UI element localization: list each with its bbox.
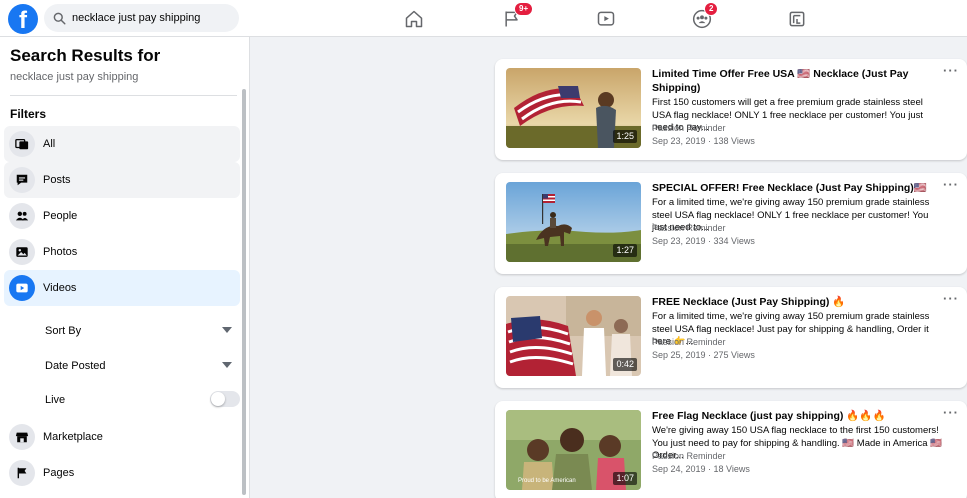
video-thumbnail[interactable]: 1:25 bbox=[506, 68, 641, 148]
page-name[interactable]: Passion Reminder bbox=[652, 122, 726, 134]
posts-icon bbox=[9, 167, 35, 193]
search-icon bbox=[53, 12, 66, 25]
video-result-card[interactable]: 1:27 SPECIAL OFFER! Free Necklace (Just … bbox=[495, 173, 967, 274]
video-thumbnail[interactable]: Proud to be American 1:07 bbox=[506, 410, 641, 490]
video-date-views: Sep 25, 2019 · 275 Views bbox=[652, 350, 755, 360]
filter-photos-label: Photos bbox=[43, 246, 78, 258]
live-toggle-knob bbox=[211, 392, 225, 406]
people-icon bbox=[9, 203, 35, 229]
video-duration: 0:42 bbox=[613, 358, 637, 371]
top-navigation-bar: f 9+ 2 bbox=[0, 0, 967, 37]
videos-icon bbox=[9, 275, 35, 301]
video-thumbnail[interactable]: 1:27 bbox=[506, 182, 641, 262]
all-results-icon bbox=[9, 131, 35, 157]
thumbnail-caption: Proud to be American bbox=[518, 478, 576, 484]
video-result-card[interactable]: 0:42 FREE Necklace (Just Pay Shipping) 🔥… bbox=[495, 287, 967, 388]
filter-all-label: All bbox=[43, 138, 56, 150]
video-duration: 1:07 bbox=[613, 472, 637, 485]
nav-watch[interactable] bbox=[576, 0, 636, 37]
sort-by-dropdown[interactable]: Sort By bbox=[45, 325, 81, 337]
filter-marketplace[interactable]: Marketplace bbox=[4, 419, 240, 455]
more-options-icon[interactable]: ··· bbox=[943, 405, 959, 420]
filter-people[interactable]: People bbox=[4, 198, 240, 234]
video-duration: 1:25 bbox=[613, 130, 637, 143]
nav-gaming[interactable] bbox=[767, 0, 827, 37]
watch-video-icon bbox=[597, 11, 615, 26]
nav-pages[interactable]: 9+ bbox=[482, 0, 542, 37]
photos-icon bbox=[9, 239, 35, 265]
marketplace-icon bbox=[9, 424, 35, 450]
filter-people-label: People bbox=[43, 210, 78, 222]
facebook-logo-icon[interactable]: f bbox=[8, 4, 38, 34]
search-input[interactable] bbox=[72, 12, 232, 24]
pages-flag-icon bbox=[9, 460, 35, 486]
gaming-icon bbox=[789, 11, 805, 26]
date-posted-dropdown[interactable]: Date Posted bbox=[45, 360, 106, 372]
date-posted-chevron-down-icon[interactable] bbox=[222, 362, 232, 368]
filter-posts[interactable]: Posts bbox=[4, 162, 240, 198]
search-filters-sidebar: Search Results for necklace just pay shi… bbox=[0, 37, 250, 498]
filter-posts-label: Posts bbox=[43, 174, 71, 186]
sidebar-scrollbar[interactable] bbox=[242, 89, 246, 495]
groups-notification-badge: 2 bbox=[704, 2, 719, 16]
video-title[interactable]: Free Flag Necklace (just pay shipping) 🔥… bbox=[652, 409, 934, 423]
more-options-icon[interactable]: ··· bbox=[943, 177, 959, 192]
filter-videos[interactable]: Videos bbox=[4, 270, 240, 306]
video-thumbnail[interactable]: 0:42 bbox=[506, 296, 641, 376]
page-name[interactable]: Passion Reminder bbox=[652, 336, 726, 348]
video-result-card[interactable]: Proud to be American 1:07 Free Flag Neck… bbox=[495, 401, 967, 498]
nav-home[interactable] bbox=[384, 0, 444, 37]
more-options-icon[interactable]: ··· bbox=[943, 63, 959, 78]
nav-groups[interactable]: 2 bbox=[672, 0, 732, 37]
video-result-card[interactable]: 1:25 Limited Time Offer Free USA 🇺🇸 Neck… bbox=[495, 59, 967, 160]
filters-heading: Filters bbox=[10, 107, 47, 121]
video-title[interactable]: FREE Necklace (Just Pay Shipping) 🔥 bbox=[652, 295, 934, 309]
video-duration: 1:27 bbox=[613, 244, 637, 257]
live-label: Live bbox=[45, 394, 66, 406]
filter-photos[interactable]: Photos bbox=[4, 234, 240, 270]
search-box[interactable] bbox=[44, 4, 239, 32]
more-options-icon[interactable]: ··· bbox=[943, 291, 959, 306]
video-title[interactable]: Limited Time Offer Free USA 🇺🇸 Necklace … bbox=[652, 67, 934, 95]
filter-pages[interactable]: Pages bbox=[4, 455, 240, 491]
pages-notification-badge: 9+ bbox=[514, 2, 534, 16]
sort-by-chevron-down-icon[interactable] bbox=[222, 327, 232, 333]
filter-all[interactable]: All bbox=[4, 126, 240, 162]
search-results-heading: Search Results for bbox=[10, 46, 161, 65]
page-name[interactable]: Passion Reminder bbox=[652, 222, 726, 234]
live-toggle[interactable] bbox=[210, 391, 240, 407]
home-icon bbox=[405, 10, 423, 27]
video-date-views: Sep 23, 2019 · 334 Views bbox=[652, 236, 755, 246]
video-title[interactable]: SPECIAL OFFER! Free Necklace (Just Pay S… bbox=[652, 181, 934, 195]
video-date-views: Sep 23, 2019 · 138 Views bbox=[652, 136, 755, 146]
video-date-views: Sep 24, 2019 · 18 Views bbox=[652, 464, 750, 474]
page-name[interactable]: Passion Reminder bbox=[652, 450, 726, 462]
search-query-text: necklace just pay shipping bbox=[10, 71, 139, 83]
filter-videos-label: Videos bbox=[43, 282, 77, 294]
filter-marketplace-label: Marketplace bbox=[43, 431, 103, 443]
sidebar-divider bbox=[10, 95, 237, 96]
filter-pages-label: Pages bbox=[43, 467, 75, 479]
